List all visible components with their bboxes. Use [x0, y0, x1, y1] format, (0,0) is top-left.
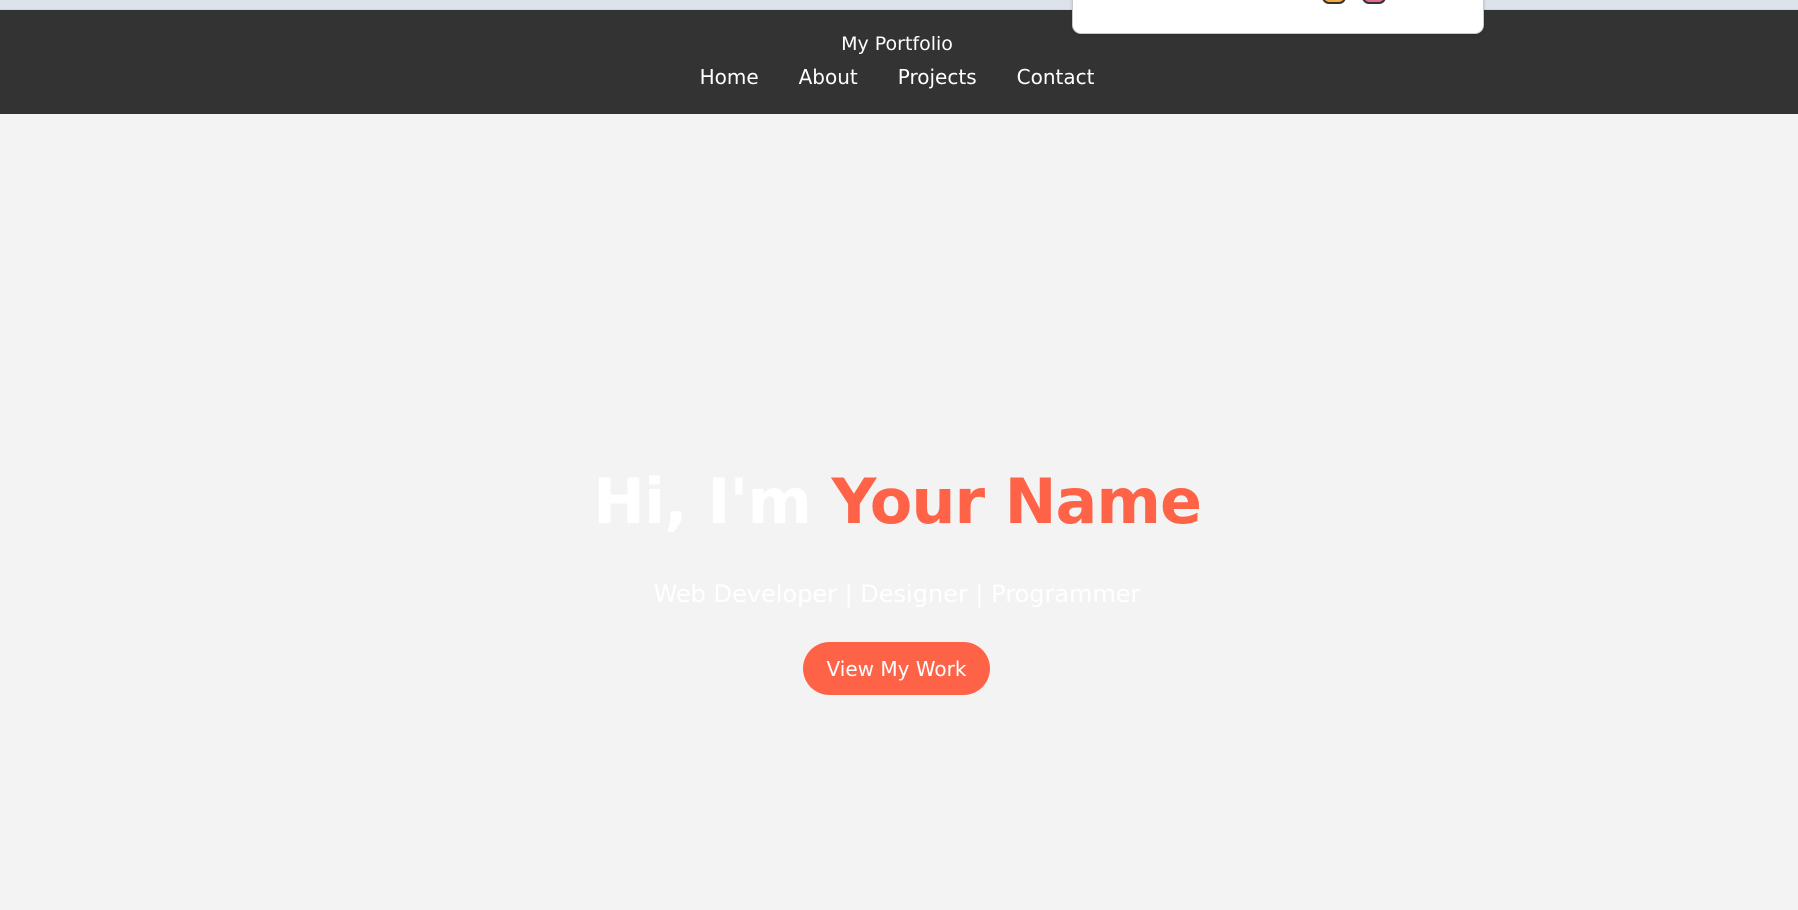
site-brand[interactable]: My Portfolio: [0, 33, 1794, 55]
extension-icon-orange[interactable]: [1322, 0, 1346, 4]
navbar: My Portfolio Home About Projects Contact: [0, 10, 1798, 114]
hero-title-name: Your Name: [831, 465, 1202, 538]
nav-link-projects[interactable]: Projects: [898, 65, 977, 89]
browser-tab-strip: [0, 0, 1798, 10]
hero-subtitle: Web Developer | Designer | Programmer: [653, 580, 1141, 608]
nav-link-about[interactable]: About: [799, 65, 858, 89]
hero-title-prefix: Hi, I'm: [592, 465, 812, 538]
view-my-work-button[interactable]: View My Work: [803, 642, 990, 695]
extension-icon-pink[interactable]: [1362, 0, 1386, 4]
nav-link-contact[interactable]: Contact: [1017, 65, 1095, 89]
hero-title: Hi, I'm Your Name: [0, 471, 1794, 533]
browser-popup-panel[interactable]: [1072, 0, 1484, 34]
nav-link-home[interactable]: Home: [700, 65, 759, 89]
hero-section: Hi, I'm Your Name Web Developer | Design…: [0, 114, 1794, 910]
nav-menu: Home About Projects Contact: [0, 65, 1794, 89]
